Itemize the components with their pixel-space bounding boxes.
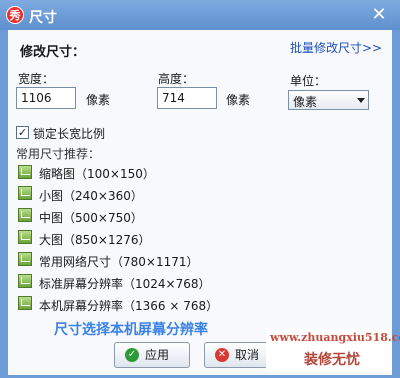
- apply-button-label: 应用: [145, 348, 170, 362]
- watermark-brand: 装修无忧: [304, 352, 360, 368]
- preset-image-icon: [18, 165, 32, 179]
- preset-image-icon: [18, 186, 32, 200]
- annotation-caption: 尺寸选择本机屏幕分辨率: [54, 322, 208, 338]
- preset-item[interactable]: 小图（240×360）: [39, 187, 143, 204]
- height-unit-label: 像素: [226, 93, 251, 107]
- unit-select-value: 像素: [293, 95, 318, 109]
- dialog-body: 修改尺寸： 批量修改尺寸>> 宽度： 1106 像素 高度： 714 像素 单位…: [8, 30, 400, 375]
- section-title: 修改尺寸：: [20, 45, 86, 60]
- preset-image-icon: [18, 274, 32, 288]
- watermark: www.zhuangxiu518.com 装修无忧: [266, 328, 400, 372]
- preset-item[interactable]: 常用网络尺寸（780×1171）: [39, 253, 199, 270]
- preset-image-icon: [18, 252, 32, 266]
- preset-item[interactable]: 本机屏幕分辨率（1366 × 768）: [39, 297, 218, 314]
- preset-image-icon: [18, 296, 32, 310]
- close-icon[interactable]: ✕: [368, 4, 390, 26]
- apply-button[interactable]: ✓ 应用: [114, 342, 190, 368]
- watermark-url: www.zhuangxiu518.com: [270, 331, 400, 344]
- unit-select[interactable]: 像素: [288, 90, 369, 110]
- preset-image-icon: [18, 208, 32, 222]
- lock-ratio-label: 锁定长宽比例: [33, 127, 106, 141]
- preset-item[interactable]: 大图（850×1276）: [39, 231, 151, 248]
- preset-item[interactable]: 标准屏幕分辨率（1024×768）: [39, 275, 211, 292]
- height-input[interactable]: 714: [157, 87, 217, 109]
- width-label: 宽度：: [18, 72, 55, 86]
- resize-dialog: 秀 尺寸 ✕ 修改尺寸： 批量修改尺寸>> 宽度： 1106 像素 高度： 71…: [0, 0, 400, 378]
- height-label: 高度：: [158, 72, 195, 86]
- preset-item[interactable]: 缩略图（100×150）: [39, 165, 155, 182]
- batch-resize-link[interactable]: 批量修改尺寸>>: [290, 39, 382, 56]
- presets-title: 常用尺寸推荐：: [16, 147, 101, 161]
- preset-item[interactable]: 中图（500×750）: [39, 209, 143, 226]
- preset-image-icon: [18, 230, 32, 244]
- unit-label: 单位：: [290, 74, 327, 88]
- app-logo-icon: 秀: [6, 6, 24, 24]
- title-bar: 秀 尺寸 ✕: [0, 0, 400, 30]
- cancel-button-label: 取消: [235, 348, 260, 362]
- width-input[interactable]: 1106: [16, 87, 76, 109]
- lock-ratio-checkbox[interactable]: ✓: [16, 126, 29, 139]
- check-icon: ✓: [125, 348, 139, 362]
- width-unit-label: 像素: [86, 93, 111, 107]
- chevron-down-icon: [357, 98, 365, 103]
- cancel-icon: ✕: [215, 348, 229, 362]
- dialog-title: 尺寸: [29, 10, 57, 26]
